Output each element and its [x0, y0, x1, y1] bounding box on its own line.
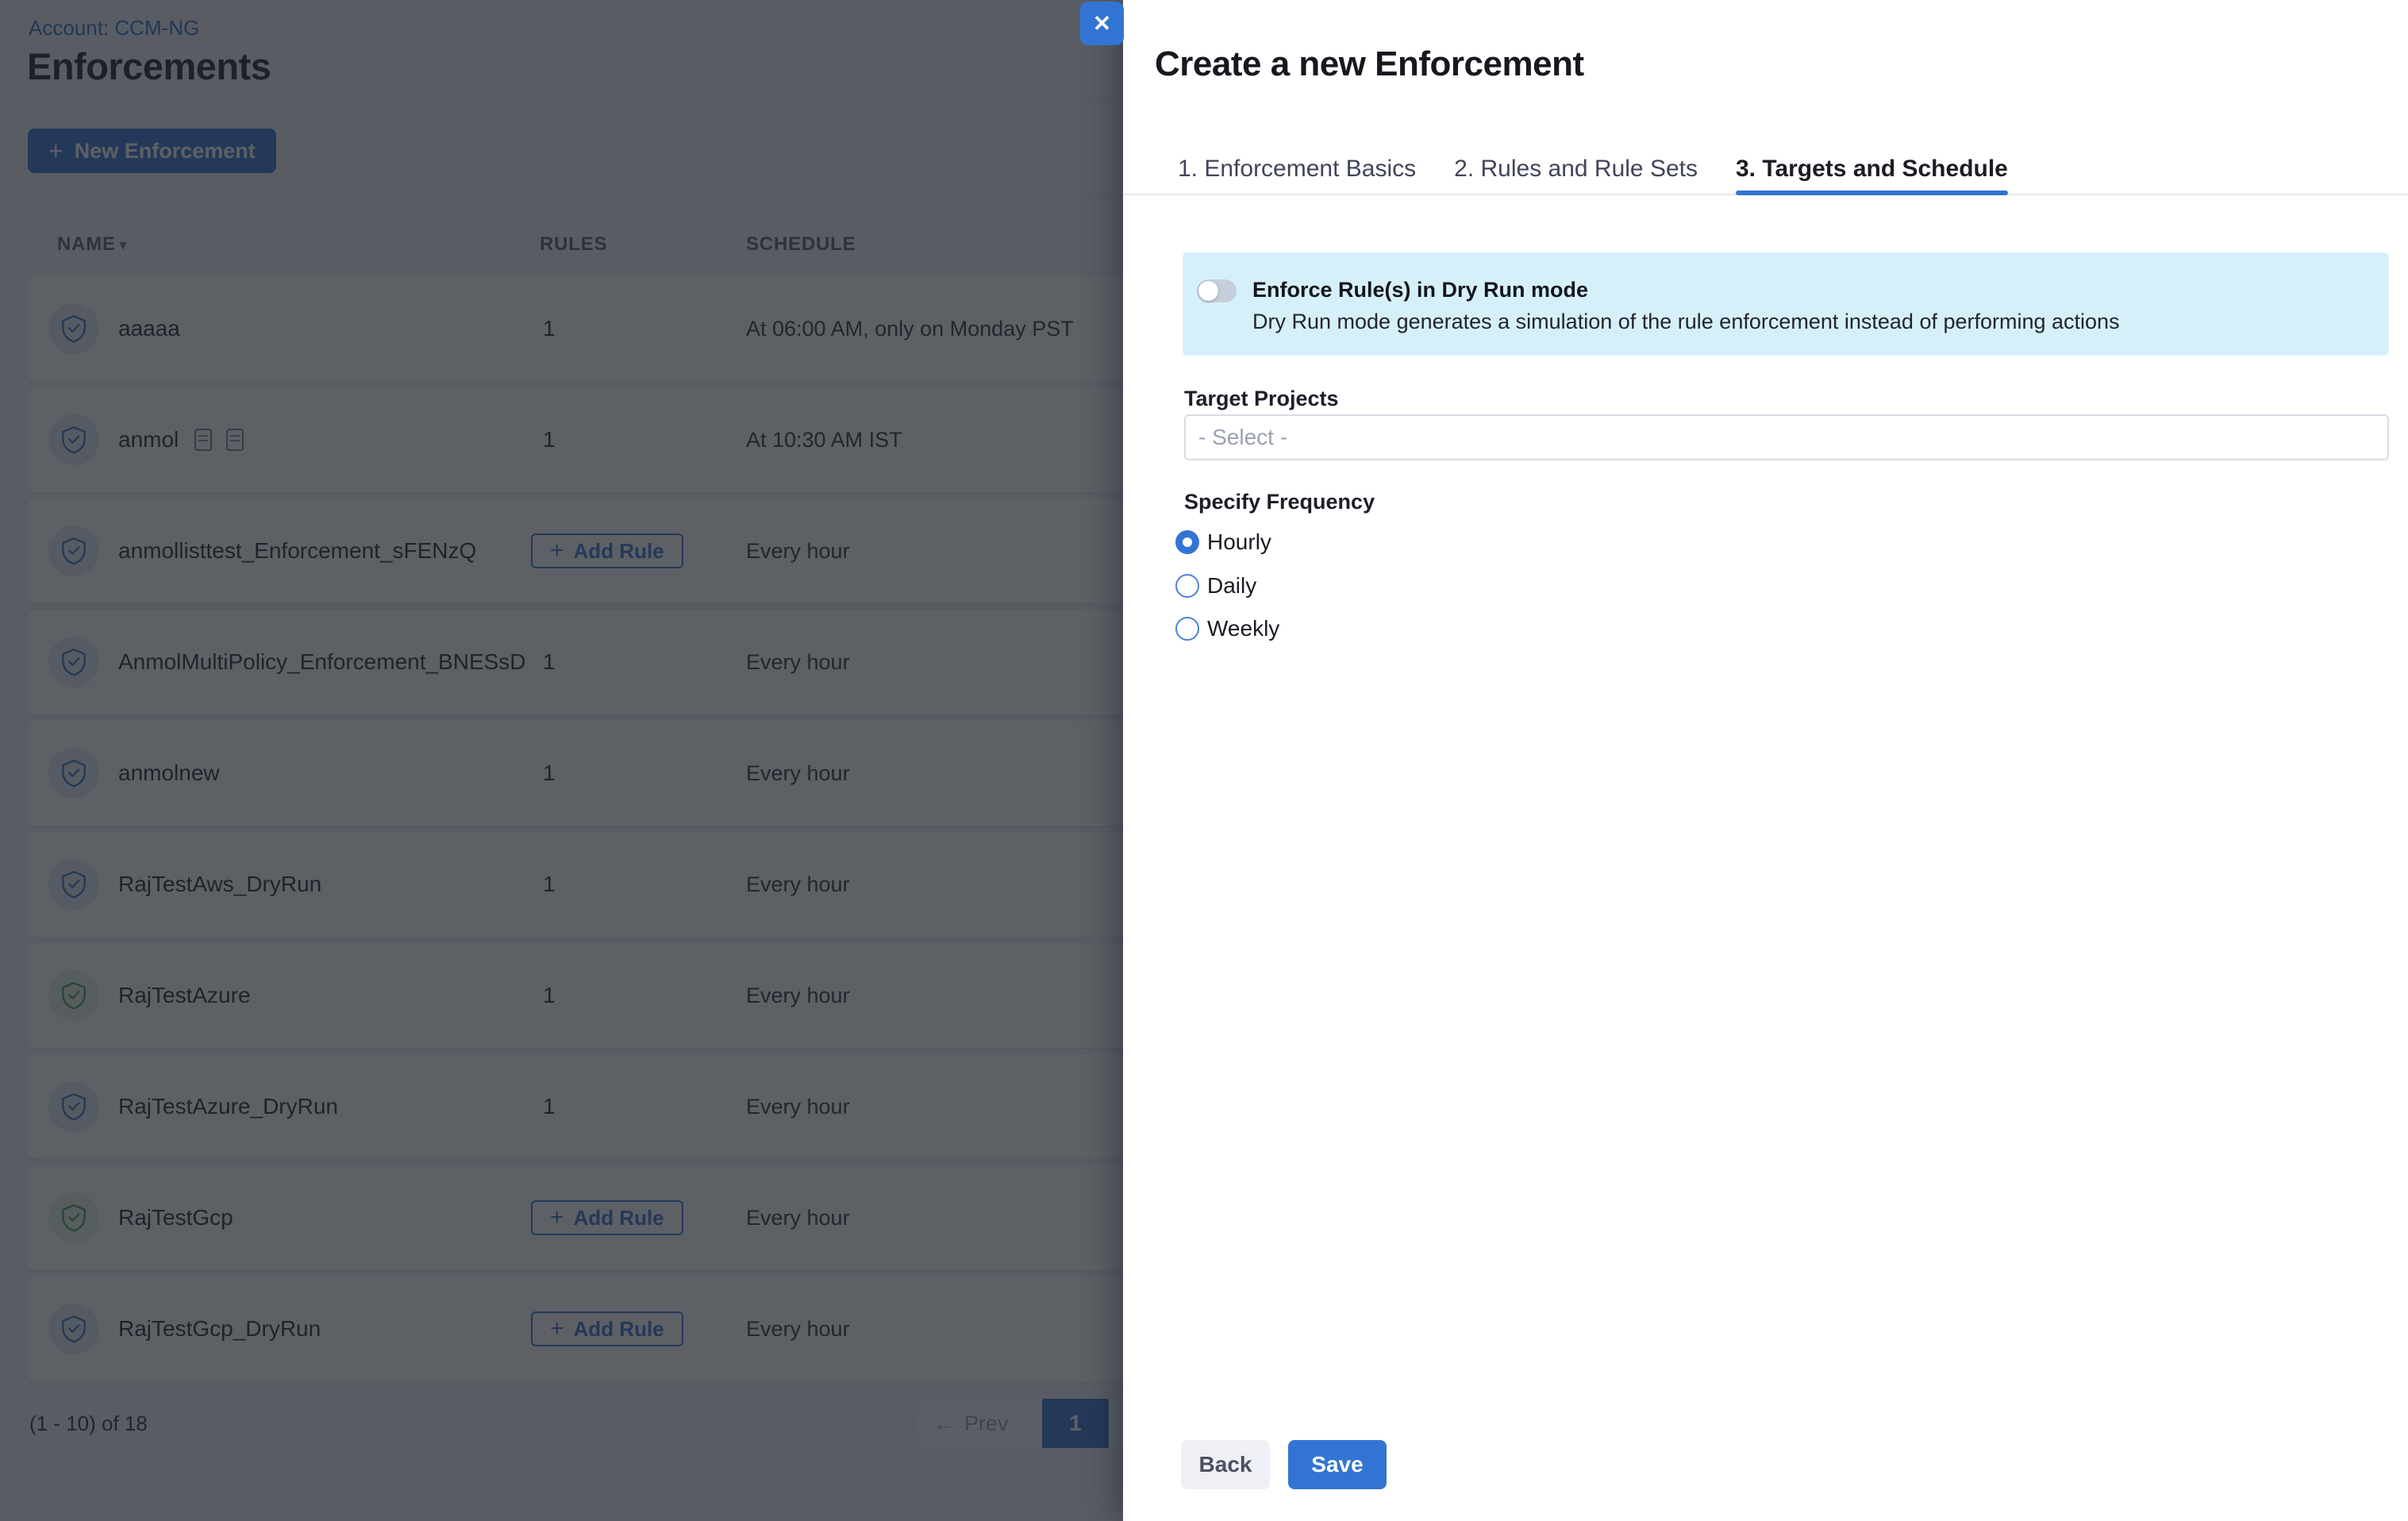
dry-run-banner: Enforce Rule(s) in Dry Run mode Dry Run …: [1183, 252, 2389, 356]
tab-step-1[interactable]: 1. Enforcement Basics: [1178, 144, 1416, 194]
dry-run-toggle[interactable]: [1197, 279, 1237, 302]
create-enforcement-panel: Create a new Enforcement 1. Enforcement …: [1123, 0, 2408, 1521]
frequency-radio-hourly[interactable]: Hourly: [1175, 529, 1271, 555]
radio-label: Weekly: [1207, 616, 1279, 641]
panel-title: Create a new Enforcement: [1155, 44, 1584, 84]
radio-label: Daily: [1207, 573, 1256, 599]
select-placeholder: - Select -: [1198, 425, 1287, 450]
radio-icon: [1175, 617, 1199, 641]
target-projects-select[interactable]: - Select -: [1184, 414, 2389, 460]
frequency-radio-weekly[interactable]: Weekly: [1175, 616, 1279, 641]
frequency-label: Specify Frequency: [1184, 490, 1375, 514]
close-button[interactable]: ✕: [1080, 2, 1124, 45]
close-icon: ✕: [1093, 10, 1111, 37]
screen: Account: CCM-NG Enforcements + New Enfor…: [0, 0, 2408, 1521]
frequency-radio-daily[interactable]: Daily: [1175, 573, 1256, 599]
radio-icon: [1175, 530, 1199, 554]
target-projects-label: Target Projects: [1184, 387, 1339, 411]
radio-icon: [1175, 574, 1199, 598]
dry-run-description: Dry Run mode generates a simulation of t…: [1252, 310, 2120, 334]
radio-label: Hourly: [1207, 529, 1271, 555]
dry-run-title: Enforce Rule(s) in Dry Run mode: [1252, 278, 1588, 302]
toggle-knob: [1198, 281, 1218, 301]
wizard-tabs: 1. Enforcement Basics 2. Rules and Rule S…: [1123, 144, 2408, 195]
back-button[interactable]: Back: [1181, 1440, 1270, 1489]
tab-step-2[interactable]: 2. Rules and Rule Sets: [1454, 144, 1698, 194]
tab-step-3[interactable]: 3. Targets and Schedule: [1736, 144, 2008, 194]
save-button[interactable]: Save: [1288, 1440, 1387, 1489]
